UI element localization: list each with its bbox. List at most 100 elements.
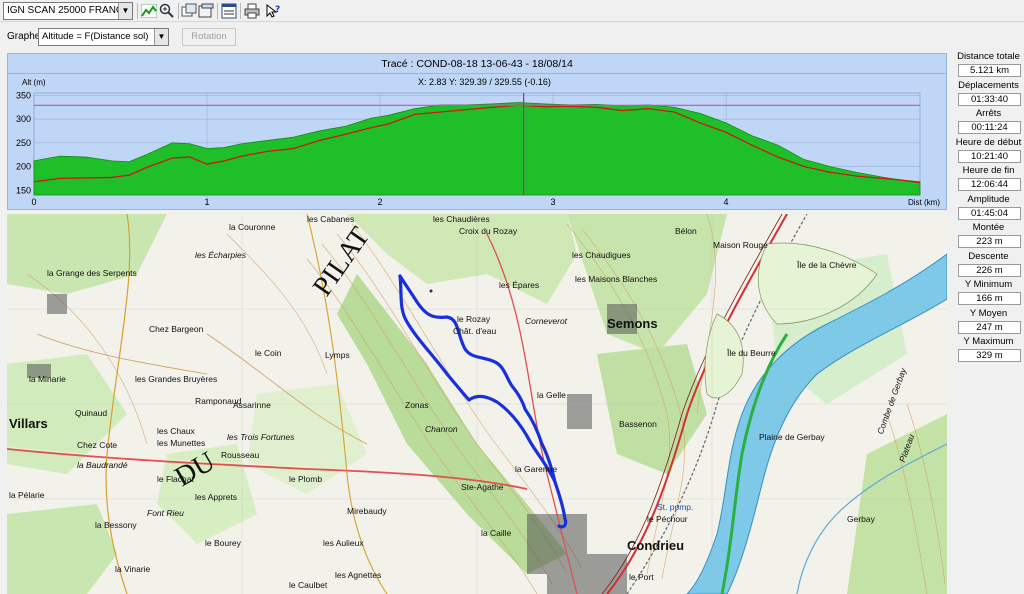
map-place-label: la Baudrandé [77, 460, 128, 470]
map-place-label: Île de la Chèvre [797, 260, 857, 270]
map-place-label: Chez Bargeon [149, 324, 204, 334]
map-place-label: les Grandes Bruyères [135, 374, 218, 384]
map-place-label: la Grange des Serpents [47, 268, 137, 278]
map-place-label: les Agnettes [335, 570, 382, 580]
x-tick-label: 4 [724, 197, 729, 207]
y-tick-label: 350 [16, 90, 31, 100]
map-layer-select[interactable]: IGN SCAN 25000 FRANCE ▼ [3, 2, 133, 20]
stat-1: Déplacements 01:33:40 [953, 79, 1024, 108]
toolbar-separator [217, 3, 218, 19]
stat-value: 223 m [958, 235, 1021, 248]
chevron-down-icon[interactable]: ▼ [154, 29, 168, 45]
toolbar-separator [137, 3, 138, 19]
map-place-label: le Plomb [289, 474, 323, 484]
stat-label: Heure de fin [962, 165, 1015, 176]
elevation-profile-panel[interactable]: Tracé : COND-08-18 13-06-43 - 18/08/14 1… [7, 53, 947, 210]
toolbar-separator [178, 3, 179, 19]
y-axis-label: Alt (m) [22, 78, 46, 87]
stat-value: 247 m [958, 320, 1021, 334]
map-place-label: les Apprets [195, 492, 238, 502]
map-place-label: Lymps [325, 350, 350, 360]
stat-label: Amplitude [967, 193, 1010, 205]
x-tick-label: 2 [378, 197, 383, 207]
app-window: IGN SCAN 25000 FRANCE ▼ ? Graphe Altitud… [0, 0, 1024, 594]
map-place-label: les Épares [499, 280, 540, 290]
chevron-down-icon[interactable]: ▼ [118, 3, 132, 19]
x-axis-label: Dist (km) [908, 198, 940, 207]
stat-7: Descente 226 m [953, 250, 1024, 279]
stat-5: Amplitude 01:45:04 [953, 193, 1024, 222]
topographic-map[interactable]: les Cabanes la Couronne les Écharpies la Gr… [7, 214, 947, 594]
stat-3: Heure de début 10:21:40 [953, 136, 1024, 165]
map-place-label: les Munettes [157, 438, 206, 448]
map-place-label: Font Rieu [147, 508, 184, 518]
stat-value: 00:11:24 [958, 121, 1021, 134]
map-place-label: les Aulieux [323, 538, 364, 548]
map-place-label: la Vinarie [115, 564, 151, 574]
map-canvas[interactable] [7, 214, 947, 594]
window-icon[interactable] [220, 2, 238, 20]
graph-options-row: Graphe Altitude = F(Distance sol) ▼ Rota… [0, 24, 950, 50]
x-tick-label: 0 [31, 197, 36, 207]
map-place-label: le Coin [255, 348, 282, 358]
map-place-label: Chez Cote [77, 440, 118, 450]
map-place-label: Quinaud [75, 408, 108, 418]
map-place-label: Bassenon [619, 419, 657, 429]
graph-type-select[interactable]: Altitude = F(Distance sol) ▼ [38, 28, 169, 46]
export-icon[interactable] [197, 2, 215, 20]
stat-value: 226 m [958, 263, 1021, 277]
map-place-label: la Caille [481, 528, 512, 538]
map-place-label: Zonas [405, 400, 429, 410]
stat-label: Heure de début [955, 136, 1022, 148]
stat-label: Y Maximum [963, 336, 1014, 347]
map-place-label: la Gelle [537, 390, 566, 400]
y-tick-label: 200 [16, 162, 31, 172]
map-place-label: les Maisons Blanches [575, 274, 658, 284]
y-tick-label: 150 [16, 185, 31, 195]
elevation-chart[interactable]: 150 200 250 300 350 0 1 2 3 4 Alt (m) Dist (km) X: 2… [8, 75, 946, 209]
map-place-label: Villars [9, 416, 48, 431]
zoom-icon[interactable] [158, 2, 176, 20]
map-place-label: les Écharpies [195, 250, 247, 260]
map-place-label: la Minarie [29, 374, 66, 384]
stat-4: Heure de fin 12:06:44 [953, 164, 1024, 193]
map-place-label: Ste-Agathe [461, 482, 504, 492]
map-place-label: les Chaudières [433, 214, 490, 224]
map-place-label: Condrieu [627, 538, 685, 553]
x-tick-label: 3 [551, 197, 556, 207]
map-place-label: les Chaudigues [572, 250, 631, 260]
toolbar-separator [240, 3, 241, 19]
y-tick-label: 250 [16, 138, 31, 148]
stat-value: 329 m [958, 349, 1021, 362]
profile-icon[interactable] [140, 2, 158, 20]
map-place-label: Assarinne [233, 400, 271, 410]
stat-10: Y Maximum 329 m [953, 335, 1024, 364]
stat-label: Descente [968, 250, 1009, 262]
stat-6: Montée 223 m [953, 221, 1024, 250]
map-place-label: Corneverot [525, 316, 568, 326]
profile-title: Tracé : COND-08-18 13-06-43 - 18/08/14 [8, 54, 946, 74]
map-place-label: Île du Beurre [727, 348, 776, 358]
stat-value: 5.121 km [958, 64, 1021, 77]
map-place-label: les Trois Fortunes [227, 432, 295, 442]
map-place-label: le Flachat [157, 474, 194, 484]
toolbar: IGN SCAN 25000 FRANCE ▼ ? [0, 0, 1024, 22]
map-place-label: le Bourey [205, 538, 241, 548]
cursor-readout: X: 2.83 Y: 329.39 / 329.55 (-0.16) [418, 77, 551, 87]
help-icon[interactable]: ? [264, 2, 282, 20]
x-tick-label: 1 [205, 197, 210, 207]
map-place-label: la Couronne [229, 222, 276, 232]
stat-value: 01:45:04 [958, 206, 1021, 220]
print-icon[interactable] [243, 2, 261, 20]
layers-icon[interactable] [180, 2, 198, 20]
y-tick-label: 300 [16, 114, 31, 124]
map-place-label: Maison Rouge [713, 240, 768, 250]
map-place-label: les Cabanes [307, 214, 355, 224]
map-place-label: les Chaux [157, 426, 195, 436]
map-place-label: le Rozay [457, 314, 491, 324]
stat-2: Arrêts 00:11:24 [953, 107, 1024, 136]
graph-type-value: Altitude = F(Distance sol) [42, 31, 149, 42]
svg-text:?: ? [275, 5, 280, 15]
graph-label: Graphe [7, 31, 41, 42]
rotation-button[interactable]: Rotation [182, 28, 236, 46]
